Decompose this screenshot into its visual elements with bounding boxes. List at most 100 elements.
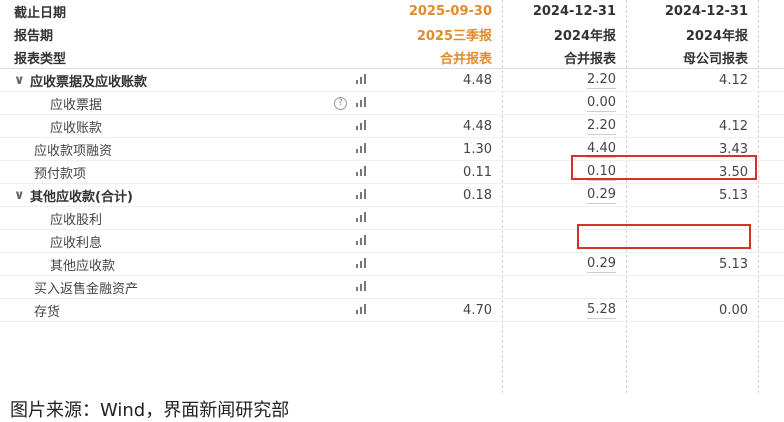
highlight-box-receivables (571, 155, 757, 180)
header-cell[interactable]: 2024年报 (628, 23, 758, 46)
value-cell[interactable]: 2.20 (504, 69, 626, 91)
question-circle-icon[interactable]: ? (334, 92, 347, 114)
bar-chart-icon[interactable] (356, 92, 368, 114)
value-cell[interactable]: 0.00 (504, 92, 626, 114)
value-text: 5.28 (587, 301, 616, 319)
row-label-text: 应收利息 (50, 235, 103, 251)
row-label: 存货 (14, 299, 334, 321)
value-text: 0.29 (587, 255, 616, 273)
value-text: 5.13 (719, 187, 748, 203)
table-row[interactable]: ∨ 其他应收款(合计) 0.18 0.29 5.13 (0, 184, 784, 207)
table-row[interactable]: 买入返售金融资产 (0, 276, 784, 299)
header-cell[interactable]: 合并报表 (382, 46, 502, 68)
header-cell[interactable]: 2024年报 (504, 23, 626, 46)
value-cell[interactable] (628, 276, 758, 298)
bar-chart-icon[interactable] (356, 253, 368, 275)
chevron-down-icon[interactable]: ∨ (14, 73, 30, 88)
value-text: 4.12 (719, 72, 748, 88)
row-label: 应收票据 (14, 92, 350, 114)
header-cell[interactable]: 合并报表 (504, 46, 626, 68)
table-row[interactable]: 应收票据? 0.00 (0, 92, 784, 115)
row-label: 预付款项 (14, 161, 334, 183)
value-text: 2.20 (587, 71, 616, 89)
table-row[interactable]: ∨ 应收票据及应收账款 4.48 2.20 4.12 (0, 69, 784, 92)
header-row-date: 截止日期 2025-09-30 2024-12-31 2024-12-31 (0, 0, 784, 23)
row-label-text: 应收账款 (50, 120, 103, 136)
row-label[interactable]: ∨ 应收票据及应收账款 (14, 69, 314, 91)
value-cell[interactable]: 4.48 (382, 69, 502, 91)
row-label-text: 应收股利 (50, 212, 103, 228)
caption: 图片来源：Wind，界面新闻研究部 (10, 400, 290, 421)
header-cell[interactable]: 2024-12-31 (628, 0, 758, 23)
value-cell[interactable] (504, 276, 626, 298)
value-cell[interactable]: 5.13 (628, 253, 758, 275)
table-row[interactable]: 存货 4.70 5.28 0.00 (0, 299, 784, 322)
value-cell[interactable]: 1.30 (382, 138, 502, 160)
value-cell[interactable]: 2.20 (504, 115, 626, 137)
value-cell[interactable]: 0.18 (382, 184, 502, 206)
bar-chart-icon[interactable] (356, 115, 368, 137)
value-text: 5.13 (719, 256, 748, 272)
table-body: ∨ 应收票据及应收账款 4.48 2.20 4.12 应收票据? 0.00 应收账款 4.48 2… (0, 69, 784, 322)
row-label-text: 存货 (34, 304, 61, 320)
table-row[interactable]: 应收账款 4.48 2.20 4.12 (0, 115, 784, 138)
row-label-text: 预付款项 (34, 166, 87, 182)
help-glyph: ? (334, 96, 347, 110)
bar-chart-icon[interactable] (356, 138, 368, 160)
row-label-text: 应收票据及应收账款 (30, 74, 148, 90)
value-cell[interactable] (382, 207, 502, 229)
header-label: 报表类型 (14, 51, 67, 67)
value-text: 2.20 (587, 117, 616, 135)
value-cell[interactable] (382, 276, 502, 298)
header-row-type: 报表类型 合并报表 合并报表 母公司报表 (0, 46, 784, 69)
value-cell[interactable]: 4.48 (382, 115, 502, 137)
table-row[interactable]: 其他应收款 0.29 5.13 (0, 253, 784, 276)
row-label: 应收账款 (14, 115, 350, 137)
bar-chart-icon[interactable] (356, 184, 368, 206)
value-cell[interactable]: 4.12 (628, 115, 758, 137)
row-label-text: 买入返售金融资产 (34, 281, 139, 297)
row-label: 应收股利 (14, 207, 350, 229)
bar-chart-icon[interactable] (356, 276, 368, 298)
row-label-text: 其他应收款 (50, 258, 116, 274)
value-cell[interactable]: 0.29 (504, 184, 626, 206)
row-label[interactable]: ∨ 其他应收款(合计) (14, 184, 314, 206)
header-cell[interactable]: 2025-09-30 (382, 0, 502, 23)
value-text: 4.70 (463, 302, 492, 318)
value-text: 0.00 (719, 302, 748, 318)
bar-chart-icon[interactable] (356, 299, 368, 321)
row-label-text: 应收票据 (50, 97, 103, 113)
value-cell[interactable]: 0.29 (504, 253, 626, 275)
financial-table: 截止日期 2025-09-30 2024-12-31 2024-12-31 报告… (0, 0, 784, 393)
value-cell[interactable] (628, 92, 758, 114)
value-cell[interactable]: 5.13 (628, 184, 758, 206)
value-cell[interactable] (382, 230, 502, 252)
highlight-box-other-receivables (577, 224, 751, 249)
bar-chart-icon[interactable] (356, 207, 368, 229)
bar-chart-icon[interactable] (356, 161, 368, 183)
value-text: 0.29 (587, 186, 616, 204)
value-cell[interactable]: 5.28 (504, 299, 626, 321)
header-cell[interactable]: 2024-12-31 (504, 0, 626, 23)
row-label: 应收款项融资 (14, 138, 334, 160)
chevron-down-icon[interactable]: ∨ (14, 188, 30, 203)
value-cell[interactable]: 0.11 (382, 161, 502, 183)
value-cell[interactable] (382, 253, 502, 275)
value-cell[interactable]: 4.70 (382, 299, 502, 321)
header-cell[interactable]: 母公司报表 (628, 46, 758, 68)
value-cell[interactable]: 0.00 (628, 299, 758, 321)
value-text: 4.48 (463, 72, 492, 88)
header-cell[interactable]: 2025三季报 (382, 23, 502, 46)
bar-chart-icon[interactable] (356, 230, 368, 252)
value-text: 0.18 (463, 187, 492, 203)
value-cell[interactable] (382, 92, 502, 114)
value-text: 1.30 (463, 141, 492, 157)
row-label-text: 应收款项融资 (34, 143, 113, 159)
row-label: 应收利息 (14, 230, 350, 252)
value-cell[interactable]: 4.12 (628, 69, 758, 91)
header-row-period: 报告期 2025三季报 2024年报 2024年报 (0, 23, 784, 46)
row-label: 买入返售金融资产 (14, 276, 334, 298)
header-label: 截止日期 (14, 6, 67, 21)
value-text: 0.00 (587, 94, 616, 112)
bar-chart-icon[interactable] (356, 69, 368, 91)
